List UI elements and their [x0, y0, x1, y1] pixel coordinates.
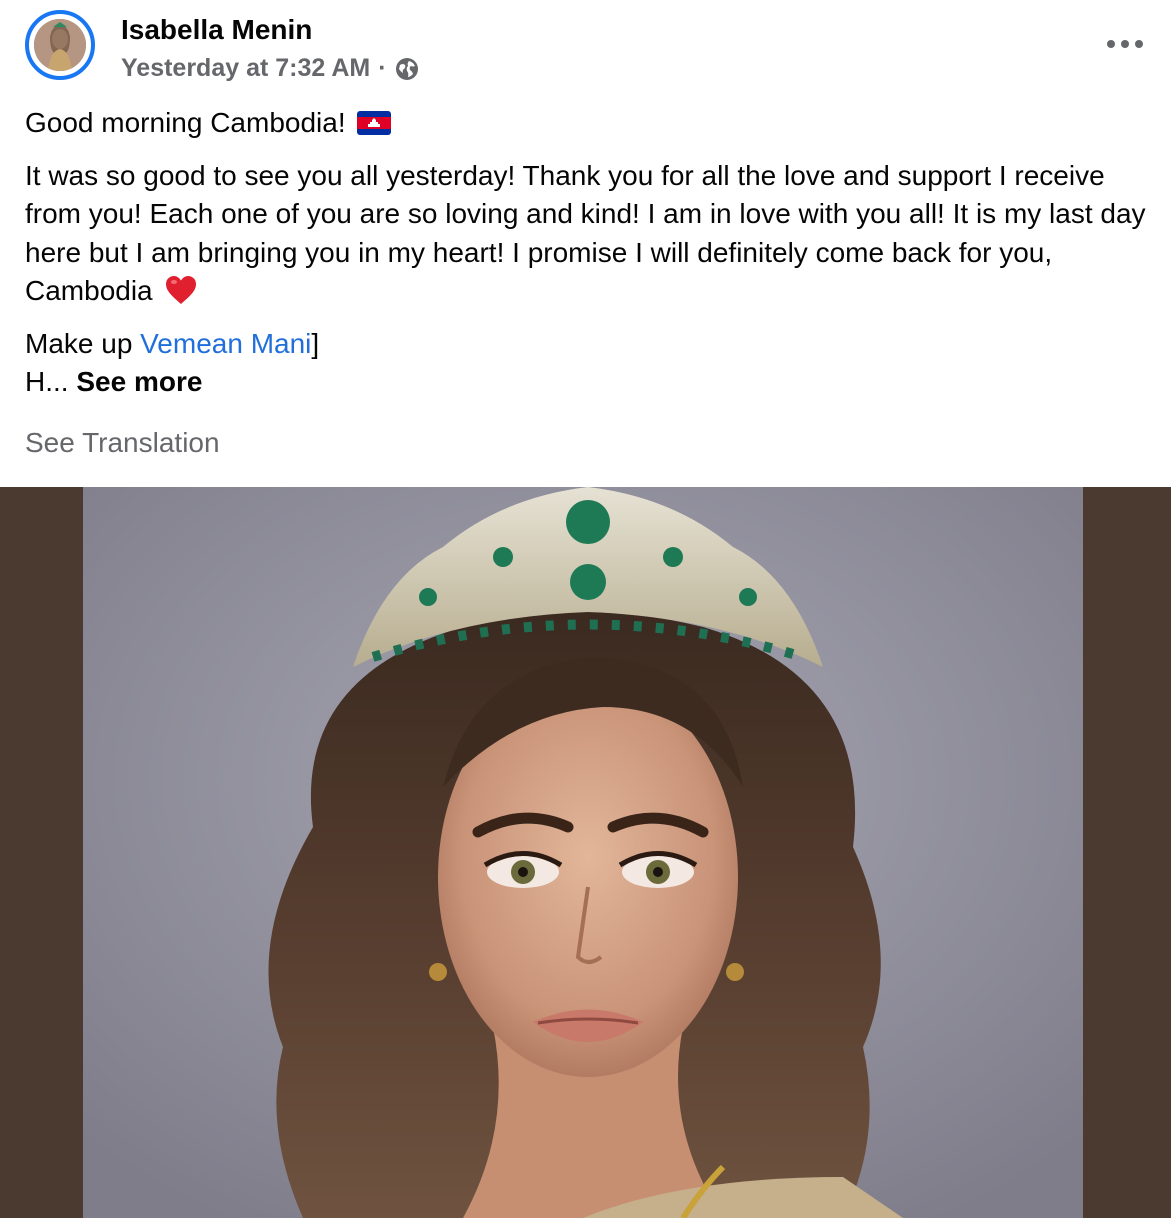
makeup-prefix: Make up	[25, 327, 141, 359]
post-text: Good morning Cambodia! It was so good to…	[25, 104, 1150, 402]
makeup-suffix: ]	[311, 327, 320, 359]
timestamp[interactable]: Yesterday at 7:32 AM	[121, 54, 370, 83]
post-header: Isabella Menin Yesterday at 7:32 AM ·	[25, 10, 1155, 86]
mention-link[interactable]: Vemean Mani	[140, 328, 311, 359]
see-more-button[interactable]: See more	[76, 366, 202, 397]
avatar[interactable]	[34, 19, 86, 71]
see-translation-link[interactable]: See Translation	[25, 427, 220, 459]
meta-separator: ·	[378, 54, 387, 82]
greeting-text: Good morning Cambodia!	[25, 107, 346, 138]
credits-paragraph: Make up Vemean Mani] H... See more	[25, 325, 1150, 402]
red-heart-icon	[166, 276, 197, 304]
more-horizontal-icon[interactable]	[1107, 34, 1143, 54]
truncated-text: H...	[25, 366, 77, 397]
author-name[interactable]: Isabella Menin	[121, 14, 312, 46]
post-photo-frame	[0, 487, 1171, 1218]
cambodia-flag-icon	[357, 111, 392, 135]
message-paragraph: It was so good to see you all yesterday!…	[25, 157, 1150, 311]
facebook-post: Isabella Menin Yesterday at 7:32 AM · Go…	[0, 0, 1171, 1218]
globe-icon[interactable]	[395, 57, 419, 81]
post-meta: Yesterday at 7:32 AM ·	[121, 54, 419, 83]
story-ring[interactable]	[25, 10, 95, 80]
post-photo[interactable]	[83, 487, 1083, 1218]
greeting-line: Good morning Cambodia!	[25, 104, 1150, 143]
